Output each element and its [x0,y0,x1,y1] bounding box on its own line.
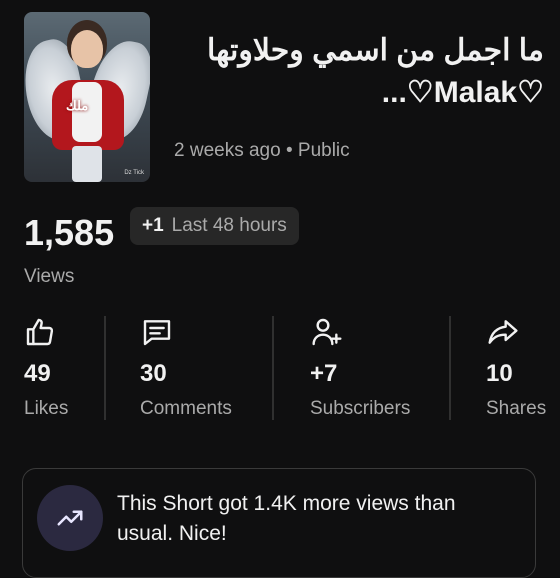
stat-label: Subscribers [310,398,411,419]
views-delta-pill: +1 Last 48 hours [130,207,299,245]
comments-icon [140,316,232,348]
add-person-icon [310,316,410,348]
stat-divider [272,316,274,420]
stat-divider [449,316,451,420]
stat-label: Comments [140,398,232,419]
trending-up-icon [37,485,103,551]
stat-label: Shares [486,398,547,419]
stat-subscribers[interactable]: +7 Subscribers [310,316,410,426]
stat-value: 10 [486,360,513,387]
stat-value: 49 [24,360,51,387]
head-graphic [71,30,103,68]
views-period: Last 48 hours [171,215,287,236]
insight-message: This Short got 1.4K more views than usua… [117,492,456,545]
views-label: Views [24,266,75,287]
short-title: ما اجمل من اسمي وحلاوتها ♡Malak♡... [207,34,544,109]
insight-card[interactable]: This Short got 1.4K more views than usua… [22,468,536,578]
stat-likes[interactable]: 49 Likes [24,316,68,426]
thumbs-up-icon [24,316,68,348]
legs-graphic [72,146,102,182]
short-thumbnail[interactable]: ملك Dz Tick [24,12,150,182]
thumbnail-watermark: Dz Tick [124,170,144,176]
thumbnail-caption: ملك [66,98,89,113]
stat-label: Likes [24,398,69,419]
stat-comments[interactable]: 30 Comments [140,316,232,426]
stat-divider [104,316,106,420]
share-icon [486,316,546,348]
stat-value: +7 [310,360,338,387]
stat-shares[interactable]: 10 Shares [486,316,546,426]
views-delta: +1 [142,215,164,236]
short-meta: 2 weeks ago • Public [174,140,350,161]
stat-value: 30 [140,360,167,387]
views-count: 1,585 [24,212,115,253]
